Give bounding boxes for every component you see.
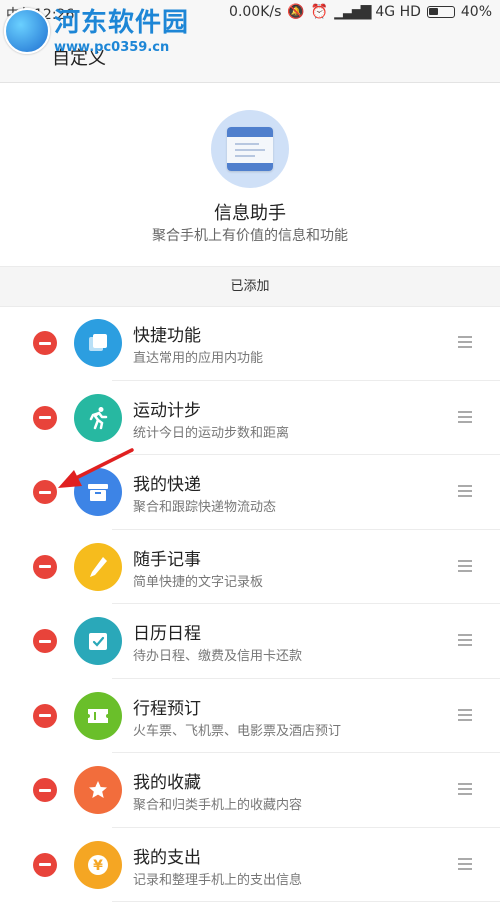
network-speed: 0.00K/s <box>229 4 281 20</box>
list-item[interactable]: ¥ 我的支出 记录和整理手机上的支出信息 <box>0 828 500 902</box>
drag-handle-icon[interactable] <box>458 783 472 798</box>
network-type: 4G HD <box>375 4 421 20</box>
header-subtitle: 聚合手机上有价值的信息和功能 <box>0 225 500 245</box>
list-item[interactable]: 快捷功能 直达常用的应用内功能 <box>0 306 500 381</box>
svg-text:¥: ¥ <box>93 858 103 874</box>
list-item[interactable]: 日历日程 待办日程、缴费及信用卡还款 <box>0 604 500 679</box>
drag-handle-icon[interactable] <box>458 560 472 575</box>
added-items-list: 快捷功能 直达常用的应用内功能 运动计步 统计今日的运动步数和距离 我的快递 聚… <box>0 306 500 902</box>
remove-button[interactable] <box>33 331 57 355</box>
remove-button[interactable] <box>33 853 57 877</box>
battery-percent: 40% <box>461 4 492 20</box>
remove-button[interactable] <box>33 555 57 579</box>
title-bar: 自定义 <box>0 26 500 83</box>
item-desc: 待办日程、缴费及信用卡还款 <box>133 645 302 664</box>
info-assistant-icon <box>211 110 289 188</box>
battery-fill <box>429 8 438 15</box>
drag-handle-icon[interactable] <box>458 411 472 426</box>
alarm-icon: ⏰ <box>311 4 328 20</box>
mute-icon: 🔕 <box>287 4 304 20</box>
star-icon <box>74 766 122 814</box>
list-item[interactable]: 行程预订 火车票、飞机票、电影票及酒店预订 <box>0 679 500 754</box>
status-time: 中午12:26 <box>6 4 74 24</box>
item-desc: 聚合和跟踪快递物流动态 <box>133 496 276 515</box>
list-item[interactable]: 随手记事 简单快捷的文字记录板 <box>0 530 500 605</box>
signal-icon: ▁▃▅▇ <box>334 4 369 20</box>
item-desc: 火车票、飞机票、电影票及酒店预订 <box>133 720 341 739</box>
calendar-check-icon <box>74 617 122 665</box>
status-bar: 中午12:26 0.00K/s 🔕 ⏰ ▁▃▅▇ 4G HD 40% <box>0 0 500 26</box>
ticket-icon <box>74 692 122 740</box>
item-name: 随手记事 <box>133 545 201 570</box>
item-name: 我的快递 <box>133 470 201 495</box>
item-name: 行程预订 <box>133 694 201 719</box>
list-item[interactable]: 我的收藏 聚合和归类手机上的收藏内容 <box>0 753 500 828</box>
drag-handle-icon[interactable] <box>458 858 472 873</box>
drag-handle-icon[interactable] <box>458 634 472 649</box>
page-title: 自定义 <box>52 44 106 70</box>
remove-button[interactable] <box>33 778 57 802</box>
item-name: 我的支出 <box>133 843 201 868</box>
status-icons: 0.00K/s 🔕 ⏰ ▁▃▅▇ 4G HD 40% <box>229 4 492 20</box>
item-name: 运动计步 <box>133 396 201 421</box>
item-name: 日历日程 <box>133 619 201 644</box>
drag-handle-icon[interactable] <box>458 709 472 724</box>
document-icon <box>227 127 273 171</box>
item-desc: 简单快捷的文字记录板 <box>133 571 263 590</box>
stack-icon <box>74 319 122 367</box>
yen-icon: ¥ <box>74 841 122 889</box>
pen-icon <box>74 543 122 591</box>
item-desc: 统计今日的运动步数和距离 <box>133 422 289 441</box>
section-added: 已添加 <box>0 266 500 307</box>
header-card: 信息助手 聚合手机上有价值的信息和功能 <box>0 83 500 266</box>
item-desc: 记录和整理手机上的支出信息 <box>133 869 302 888</box>
battery-icon <box>427 6 455 18</box>
running-icon <box>74 394 122 442</box>
annotation-arrow-icon <box>50 446 140 496</box>
item-desc: 聚合和归类手机上的收藏内容 <box>133 794 302 813</box>
remove-button[interactable] <box>33 629 57 653</box>
header-title: 信息助手 <box>0 199 500 225</box>
remove-button[interactable] <box>33 406 57 430</box>
drag-handle-icon[interactable] <box>458 336 472 351</box>
item-desc: 直达常用的应用内功能 <box>133 347 263 366</box>
item-name: 快捷功能 <box>133 321 201 346</box>
item-name: 我的收藏 <box>133 768 201 793</box>
remove-button[interactable] <box>33 704 57 728</box>
drag-handle-icon[interactable] <box>458 485 472 500</box>
list-item[interactable]: 运动计步 统计今日的运动步数和距离 <box>0 381 500 456</box>
